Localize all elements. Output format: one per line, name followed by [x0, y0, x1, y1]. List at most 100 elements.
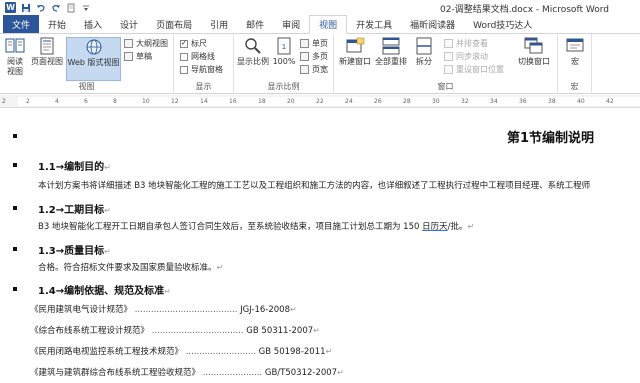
reference-code: GB 50311-2007	[246, 326, 314, 336]
views-group: 阅读 视图 页面视图 Web 版式视图 大纲视图 草稿 视图	[0, 34, 174, 94]
word-logo-icon[interactable]: W	[5, 2, 16, 13]
reference-name: 《民用闭路电视监控系统工程技术规范》	[30, 347, 184, 357]
horizontal-ruler[interactable]: 2 2 4 6 8 10 12 14 16 18 20 22 24 26 28 30 32 34 36 38 40 42	[0, 95, 640, 108]
ruler-number: 10	[142, 98, 150, 105]
paragraph-bullet	[13, 247, 17, 251]
tab-home[interactable]: 开始	[39, 15, 75, 33]
duration-paragraph: B3 地块智能化工程开工日期自承包人签订合同生效后，至系统验收结束，项目施工计划…	[38, 220, 474, 232]
reference-name: 《建筑与建筑群综合布线系统工程验收规范》	[30, 368, 201, 378]
tab-mailings[interactable]: 邮件	[237, 15, 273, 33]
ruler-number: 30	[432, 98, 440, 105]
ruler-number: 6	[84, 98, 88, 105]
reset-position-icon	[444, 65, 453, 74]
save-icon[interactable]	[21, 3, 31, 13]
ruler-number: 28	[403, 98, 411, 105]
paragraph-mark: ↵	[337, 368, 344, 377]
new-window-label: 新建窗口	[339, 57, 371, 66]
zoom-100-label: 100%	[272, 57, 296, 66]
paragraph-mark: ↵	[467, 222, 475, 231]
one-page-button[interactable]: 单页	[300, 38, 328, 49]
macros-group: 宏 宏	[558, 34, 592, 94]
outline-label: 大纲视图	[136, 39, 168, 48]
ribbon: 阅读 视图 页面视图 Web 版式视图 大纲视图 草稿 视图 ✓ 标尺 网格线	[0, 34, 640, 94]
one-page-label: 单页	[312, 39, 328, 48]
redo-icon[interactable]	[51, 3, 61, 13]
heading-duration-text: 1.2→工期目标	[38, 205, 105, 216]
show-group: ✓ 标尺 网格线 导航窗格 显示	[174, 34, 234, 94]
read-mode-label: 阅读 视图	[7, 57, 23, 76]
reference-item: 《民用建筑电气设计规范》 ...........................…	[30, 303, 297, 315]
title-bar: W 02-调整结果文档.docx - Microsoft Word	[0, 0, 640, 15]
tab-reader[interactable]: 福昕阅读器	[401, 15, 464, 33]
outline-button[interactable]: 大纲视图	[124, 38, 168, 49]
new-window-button[interactable]: 新建窗口	[338, 37, 372, 67]
heading-purpose: 1.1→编制目的↵	[38, 158, 111, 173]
multi-page-button[interactable]: 多页	[300, 51, 328, 62]
split-icon	[416, 37, 432, 55]
ruler-number: 18	[258, 98, 266, 105]
web-layout-button[interactable]: Web 版式视图	[66, 37, 121, 81]
reference-code: GB/T50312-2007	[264, 368, 338, 378]
macros-icon	[566, 38, 584, 52]
ruler-checkbox[interactable]: ✓ 标尺	[180, 38, 207, 49]
zoom-button[interactable]: 显示比例	[236, 37, 270, 67]
switch-windows-button[interactable]: 切换窗口	[514, 37, 554, 67]
tab-layout[interactable]: 页面布局	[147, 15, 201, 33]
section-title: 第1节编制说明	[507, 131, 595, 146]
read-mode-button[interactable]: 阅读 视图	[3, 37, 27, 77]
tab-file[interactable]: 文件	[3, 15, 40, 33]
arrange-all-button[interactable]: 全部重排	[374, 37, 408, 67]
reset-position-button[interactable]: 重设窗口位置	[444, 64, 504, 75]
reference-name: 《民用建筑电气设计规范》	[30, 305, 133, 315]
switch-windows-label: 切换窗口	[518, 57, 550, 66]
macros-group-label: 宏	[570, 82, 579, 91]
ruler-number: 16	[229, 98, 237, 105]
sync-scroll-button[interactable]: 同步滚动	[444, 51, 488, 62]
quality-paragraph: 合格。符合招标文件要求及国家质量验收标准。↵	[38, 261, 223, 273]
paragraph-mark: ↵	[216, 263, 224, 272]
ruler-number: 20	[287, 98, 295, 105]
new-window-icon	[346, 37, 365, 53]
nav-pane-checkbox[interactable]: 导航窗格	[180, 64, 223, 75]
macros-button[interactable]: 宏	[562, 37, 588, 67]
heading-basis: 1.4→编制依据、规范及标准↵	[38, 282, 171, 297]
duration-unit: 日历天	[422, 222, 448, 232]
ruler-number: 36	[519, 98, 527, 105]
document-area[interactable]: 第1节编制说明 1.1→编制目的↵ 本计划方案书将详细描述 B3 地块智能化工程…	[0, 108, 640, 383]
paragraph-mark: ↵	[289, 305, 297, 314]
ruler-track: 2 2 4 6 8 10 12 14 16 18 20 22 24 26 28 30 32 34 36 38 40 42	[2, 97, 640, 106]
read-mode-icon	[5, 38, 25, 53]
undo-icon[interactable]	[36, 3, 46, 13]
tab-insert[interactable]: 插入	[75, 15, 111, 33]
draft-button[interactable]: 草稿	[124, 51, 152, 62]
outline-icon	[124, 39, 133, 48]
tab-references[interactable]: 引用	[201, 15, 237, 33]
ruler-number: 34	[490, 98, 498, 105]
zoom-100-icon: 1	[277, 37, 291, 55]
print-layout-button[interactable]: 页面视图	[29, 37, 65, 67]
paragraph-mark: ↵	[104, 163, 111, 172]
customize-icon[interactable]	[81, 3, 91, 13]
page-width-button[interactable]: 页宽	[300, 64, 328, 75]
tab-view[interactable]: 视图	[309, 15, 348, 34]
side-by-side-button[interactable]: 并排查看	[444, 38, 488, 49]
sync-scroll-label: 同步滚动	[456, 52, 488, 61]
multi-page-icon	[300, 52, 309, 61]
tab-developer[interactable]: 开发工具	[347, 15, 401, 33]
tab-review[interactable]: 审阅	[273, 15, 309, 33]
ruler-number: 2	[2, 98, 6, 105]
ruler-number: 12	[171, 98, 179, 105]
paragraph-bullet	[13, 206, 17, 210]
quick-access-toolbar: W	[0, 0, 91, 15]
ruler-number: 8	[113, 98, 117, 105]
zoom-group: 显示比例 1 100% 单页 多页 页宽 显示比例	[234, 34, 334, 94]
tab-design[interactable]: 设计	[111, 15, 147, 33]
split-button[interactable]: 拆分	[412, 37, 436, 67]
tab-expert[interactable]: Word技巧达人	[464, 15, 541, 33]
new-doc-icon[interactable]	[66, 3, 76, 13]
gridlines-checkbox[interactable]: 网格线	[180, 51, 215, 62]
zoom-100-button[interactable]: 1 100%	[272, 37, 296, 67]
window-title: 02-调整结果文档.docx - Microsoft Word	[440, 5, 609, 15]
ruler-number: 38	[548, 98, 556, 105]
zoom-group-label: 显示比例	[267, 82, 300, 91]
